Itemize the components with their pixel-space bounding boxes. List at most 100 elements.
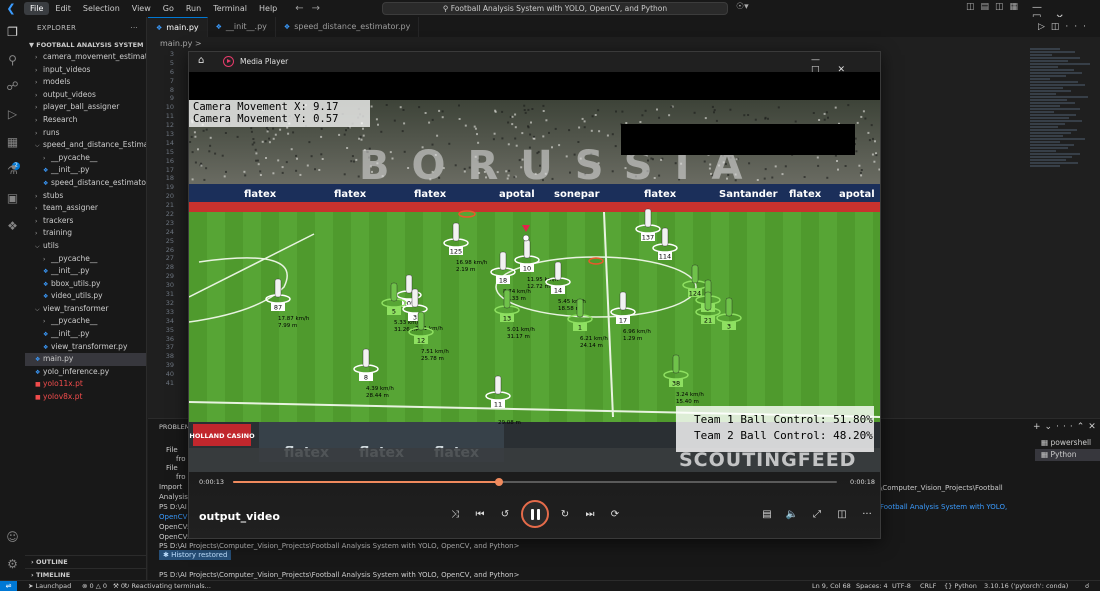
- tree-item-12[interactable]: › team_assigner: [25, 202, 146, 215]
- forward-30-icon[interactable]: ↻: [558, 509, 572, 520]
- toggle-sidebar-icon[interactable]: ◫: [966, 2, 981, 12]
- tree-item-14[interactable]: › training: [25, 227, 146, 240]
- repeat-icon[interactable]: ⟳: [608, 509, 622, 520]
- more-icon[interactable]: ···: [1065, 22, 1092, 32]
- terminal-python[interactable]: ▦ Python: [1035, 449, 1100, 461]
- previous-icon[interactable]: ⏮: [473, 509, 487, 520]
- search-icon[interactable]: ⚲: [5, 53, 20, 68]
- menu-selection[interactable]: Selection: [77, 2, 126, 15]
- fullscreen-icon[interactable]: ⤢: [810, 509, 824, 520]
- menu-view[interactable]: View: [126, 2, 157, 15]
- tree-item-19[interactable]: ❖ video_utils.py: [25, 290, 146, 303]
- explorer-icon[interactable]: ❐: [5, 25, 20, 40]
- close-panel-icon[interactable]: ✕: [1088, 422, 1100, 432]
- seek-bar[interactable]: [233, 478, 837, 486]
- copilot-icon[interactable]: ☉▾: [736, 2, 749, 12]
- timeline-section[interactable]: › TIMELINE: [25, 568, 146, 580]
- toggle-panel-icon[interactable]: ▤: [981, 2, 996, 12]
- tree-item-17[interactable]: ❖ __init__.py: [25, 265, 146, 278]
- toggle-secondary-sidebar-icon[interactable]: ◫: [995, 2, 1010, 12]
- menu-run[interactable]: Run: [180, 2, 207, 15]
- language-mode[interactable]: {} Python: [944, 581, 977, 591]
- menu-edit[interactable]: Edit: [49, 2, 77, 15]
- video-frame[interactable]: BORUSSIA flatex flatex flatex apotal sonepar…: [189, 72, 880, 504]
- back-arrow-icon[interactable]: ←: [295, 3, 311, 14]
- tree-item-20[interactable]: ⌵ view_transformer: [25, 303, 146, 316]
- encoding[interactable]: UTF-8: [892, 581, 911, 591]
- tree-item-10[interactable]: ❖speed_distance_estimator.py: [25, 177, 146, 190]
- python-interpreter[interactable]: 3.10.16 ('pytorch': conda): [984, 581, 1068, 591]
- shuffle-icon[interactable]: ⤨: [448, 509, 462, 520]
- tree-item-18[interactable]: ❖ bbox_utils.py: [25, 278, 146, 291]
- split-editor-icon[interactable]: ◫: [1051, 22, 1066, 32]
- tree-item-5[interactable]: › Research: [25, 114, 146, 127]
- indentation[interactable]: Spaces: 4: [856, 581, 888, 591]
- outline-section[interactable]: › OUTLINE: [25, 555, 146, 568]
- menu-help[interactable]: Help: [253, 2, 283, 15]
- minimize-icon[interactable]: —: [1032, 2, 1056, 13]
- settings-gear-icon[interactable]: ⚙: [5, 557, 20, 572]
- tree-item-22[interactable]: ❖ __init__.py: [25, 328, 146, 341]
- minimap[interactable]: [1030, 48, 1100, 168]
- tree-item-16[interactable]: › __pycache__: [25, 253, 146, 266]
- tree-item-26[interactable]: ■ yolo11x.pt: [25, 378, 146, 391]
- tree-item-1[interactable]: › input_videos: [25, 64, 146, 77]
- pause-button[interactable]: [521, 500, 549, 528]
- extensions-icon[interactable]: ▦: [5, 135, 20, 150]
- notifications-icon[interactable]: ☌: [1085, 581, 1089, 591]
- home-icon[interactable]: ⌂: [198, 55, 204, 66]
- tree-item-15[interactable]: ⌵ utils: [25, 240, 146, 253]
- more-options-icon[interactable]: ···: [860, 509, 874, 520]
- tab-init-py[interactable]: ❖ __init__.py: [208, 17, 276, 37]
- mini-player-icon[interactable]: ◫: [835, 509, 849, 520]
- chevron-down-icon[interactable]: ⌄: [1045, 422, 1057, 432]
- workspace-root[interactable]: ▼ FOOTBALL ANALYSIS SYSTEM WIT...: [25, 39, 146, 51]
- tree-item-7[interactable]: ⌵speed_and_distance_Estimator: [25, 139, 146, 152]
- more-icon[interactable]: ···: [1056, 422, 1077, 432]
- volume-icon[interactable]: 🔈: [785, 509, 799, 520]
- command-center-search[interactable]: ⚲ Football Analysis System with YOLO, Op…: [382, 2, 728, 15]
- rewind-10-icon[interactable]: ↺: [498, 509, 512, 520]
- tree-item-8[interactable]: › __pycache__: [25, 152, 146, 165]
- remote-explorer-icon[interactable]: ▣: [5, 191, 20, 206]
- tree-item-11[interactable]: › stubs: [25, 190, 146, 203]
- next-icon[interactable]: ⏭: [583, 509, 597, 520]
- tree-item-23[interactable]: ❖ view_transformer.py: [25, 341, 146, 354]
- cursor-position[interactable]: Ln 9, Col 68: [812, 581, 851, 591]
- tree-item-6[interactable]: › runs: [25, 127, 146, 140]
- maximize-panel-icon[interactable]: ⌃: [1077, 422, 1089, 432]
- tree-item-27[interactable]: ■ yolov8x.pt: [25, 391, 146, 404]
- minimize-icon[interactable]: —: [811, 55, 838, 65]
- run-debug-icon[interactable]: ▷: [5, 107, 20, 122]
- seek-thumb[interactable]: [494, 478, 503, 486]
- terminal-powershell[interactable]: ▦ powershell: [1035, 437, 1100, 449]
- tree-item-9[interactable]: ❖ __init__.py: [25, 164, 146, 177]
- tree-item-3[interactable]: › output_videos: [25, 89, 146, 102]
- menu-go[interactable]: Go: [157, 2, 180, 15]
- tree-item-2[interactable]: › models: [25, 76, 146, 89]
- tree-item-21[interactable]: › __pycache__: [25, 315, 146, 328]
- tree-item-13[interactable]: › trackers: [25, 215, 146, 228]
- forward-arrow-icon[interactable]: →: [312, 3, 328, 14]
- line-ending[interactable]: CRLF: [920, 581, 936, 591]
- subtitles-icon[interactable]: ▤: [760, 509, 774, 520]
- nav-arrows[interactable]: ←→: [295, 3, 328, 14]
- breadcrumb[interactable]: main.py >: [160, 39, 202, 48]
- tree-item-24[interactable]: ❖ main.py: [25, 353, 146, 366]
- tree-item-0[interactable]: › camera_movement_estimator: [25, 51, 146, 64]
- tab-main-py[interactable]: ❖ main.py: [148, 17, 208, 37]
- new-terminal-icon[interactable]: +: [1033, 422, 1045, 432]
- python-icon[interactable]: ❖: [5, 219, 20, 234]
- launchpad-item[interactable]: ➤ Launchpad: [28, 581, 71, 591]
- more-actions-icon[interactable]: ···: [130, 17, 138, 39]
- tab-speed-distance-estimator[interactable]: ❖ speed_distance_estimator.py: [276, 17, 420, 37]
- tree-item-4[interactable]: › player_ball_assigner: [25, 101, 146, 114]
- terminal-prompt-current[interactable]: PS D:\AI Projects\Computer_Vision_Projec…: [159, 571, 519, 579]
- run-file-icon[interactable]: ▷: [1038, 22, 1051, 32]
- tree-item-25[interactable]: ❖ yolo_inference.py: [25, 366, 146, 379]
- menu-file[interactable]: File: [24, 2, 50, 15]
- menu-terminal[interactable]: Terminal: [207, 2, 253, 15]
- testing-icon[interactable]: ⚗: [5, 163, 20, 178]
- problems-status[interactable]: ⊗ 0 △ 0: [82, 581, 107, 591]
- account-icon[interactable]: ☺: [5, 530, 20, 545]
